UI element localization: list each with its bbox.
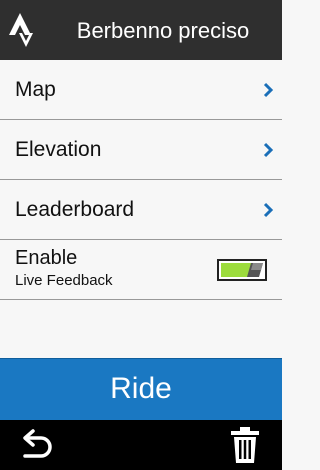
menu-item-label: Elevation xyxy=(15,138,102,161)
menu-item-elevation[interactable]: Elevation xyxy=(0,120,282,180)
ride-button[interactable]: Ride xyxy=(0,358,282,420)
live-feedback-toggle[interactable] xyxy=(217,259,267,281)
header-bar: Berbenno preciso xyxy=(0,0,282,60)
live-feedback-row[interactable]: Enable Live Feedback xyxy=(0,240,282,300)
trash-icon[interactable] xyxy=(229,426,261,464)
menu-item-label: Map xyxy=(15,78,56,101)
strava-logo-icon xyxy=(9,13,33,47)
menu-item-label: Leaderboard xyxy=(15,198,135,221)
chevron-right-icon xyxy=(263,82,274,98)
chevron-right-icon xyxy=(263,202,274,218)
page-title: Berbenno preciso xyxy=(76,18,250,43)
back-arrow-icon[interactable] xyxy=(17,428,53,462)
toggle-label-live-feedback: Live Feedback xyxy=(15,272,113,289)
menu-item-leaderboard[interactable]: Leaderboard xyxy=(0,180,282,240)
chevron-right-icon xyxy=(263,142,274,158)
menu-item-map[interactable]: Map xyxy=(0,60,282,120)
menu-list: Map Elevation Leaderboard Enable Live Fe… xyxy=(0,60,282,300)
footer-bar xyxy=(0,420,282,470)
toggle-label-enable: Enable xyxy=(15,247,78,269)
